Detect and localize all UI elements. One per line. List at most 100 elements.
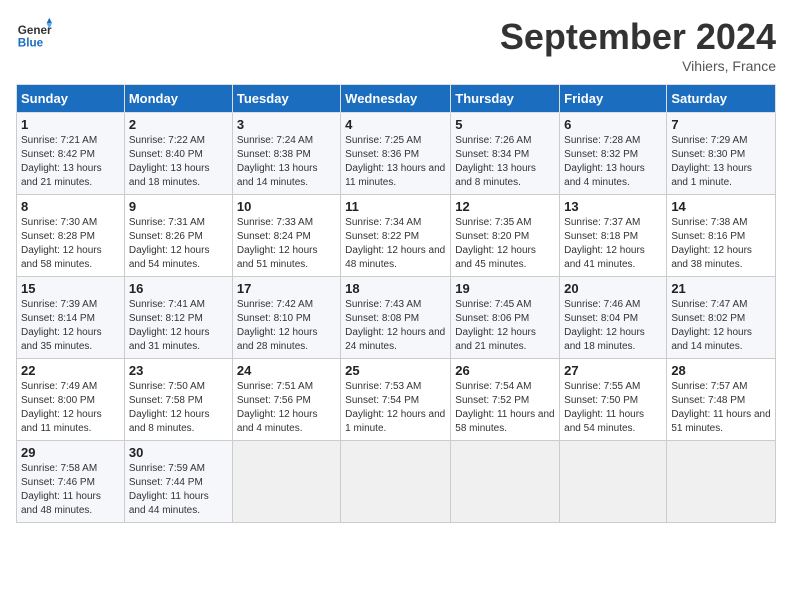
day-info: Sunrise: 7:25 AMSunset: 8:36 PMDaylight:… [345, 134, 446, 190]
calendar-week-row: 8 Sunrise: 7:30 AMSunset: 8:28 PMDaylight… [17, 195, 776, 277]
calendar-cell: 1 Sunrise: 7:21 AMSunset: 8:42 PMDaylight… [17, 113, 125, 195]
day-number: 15 [21, 281, 120, 296]
calendar-week-row: 22 Sunrise: 7:49 AMSunset: 8:00 PMDayligh… [17, 359, 776, 441]
calendar-cell: 17 Sunrise: 7:42 AMSunset: 8:10 PMDayligh… [232, 277, 340, 359]
calendar-cell: 29 Sunrise: 7:58 AMSunset: 7:46 PMDayligh… [17, 441, 125, 523]
calendar-cell: 15 Sunrise: 7:39 AMSunset: 8:14 PMDayligh… [17, 277, 125, 359]
calendar-cell: 22 Sunrise: 7:49 AMSunset: 8:00 PMDayligh… [17, 359, 125, 441]
calendar-cell: 27 Sunrise: 7:55 AMSunset: 7:50 PMDayligh… [560, 359, 667, 441]
calendar-cell: 23 Sunrise: 7:50 AMSunset: 7:58 PMDayligh… [124, 359, 232, 441]
day-number: 22 [21, 363, 120, 378]
col-sunday: Sunday [17, 85, 125, 113]
day-info: Sunrise: 7:30 AMSunset: 8:28 PMDaylight:… [21, 216, 120, 272]
day-info: Sunrise: 7:22 AMSunset: 8:40 PMDaylight:… [129, 134, 228, 190]
day-info: Sunrise: 7:34 AMSunset: 8:22 PMDaylight:… [345, 216, 446, 272]
day-info: Sunrise: 7:42 AMSunset: 8:10 PMDaylight:… [237, 298, 336, 354]
day-number: 10 [237, 199, 336, 214]
day-number: 17 [237, 281, 336, 296]
col-saturday: Saturday [667, 85, 776, 113]
location: Vihiers, France [500, 58, 776, 74]
day-info: Sunrise: 7:29 AMSunset: 8:30 PMDaylight:… [671, 134, 771, 190]
calendar-week-row: 1 Sunrise: 7:21 AMSunset: 8:42 PMDaylight… [17, 113, 776, 195]
calendar-cell [667, 441, 776, 523]
day-info: Sunrise: 7:38 AMSunset: 8:16 PMDaylight:… [671, 216, 771, 272]
calendar-cell: 14 Sunrise: 7:38 AMSunset: 8:16 PMDayligh… [667, 195, 776, 277]
calendar-cell [232, 441, 340, 523]
day-number: 29 [21, 445, 120, 460]
day-info: Sunrise: 7:24 AMSunset: 8:38 PMDaylight:… [237, 134, 336, 190]
day-number: 9 [129, 199, 228, 214]
calendar-cell: 4 Sunrise: 7:25 AMSunset: 8:36 PMDaylight… [341, 113, 451, 195]
day-number: 1 [21, 117, 120, 132]
col-thursday: Thursday [451, 85, 560, 113]
calendar-cell: 16 Sunrise: 7:41 AMSunset: 8:12 PMDayligh… [124, 277, 232, 359]
calendar-cell: 19Sunrise: 7:45 AMSunset: 8:06 PMDayligh… [451, 277, 560, 359]
day-info: Sunrise: 7:55 AMSunset: 7:50 PMDaylight:… [564, 380, 662, 436]
day-number: 12 [455, 199, 555, 214]
calendar-cell: 6 Sunrise: 7:28 AMSunset: 8:32 PMDaylight… [560, 113, 667, 195]
calendar-cell: 20 Sunrise: 7:46 AMSunset: 8:04 PMDayligh… [560, 277, 667, 359]
day-number: 13 [564, 199, 662, 214]
day-info: Sunrise: 7:54 AMSunset: 7:52 PMDaylight:… [455, 380, 555, 436]
day-info: Sunrise: 7:50 AMSunset: 7:58 PMDaylight:… [129, 380, 228, 436]
day-info: Sunrise: 7:37 AMSunset: 8:18 PMDaylight:… [564, 216, 662, 272]
calendar-cell: 9Sunrise: 7:31 AMSunset: 8:26 PMDaylight… [124, 195, 232, 277]
day-info: Sunrise: 7:28 AMSunset: 8:32 PMDaylight:… [564, 134, 662, 190]
col-friday: Friday [560, 85, 667, 113]
day-number: 14 [671, 199, 771, 214]
day-number: 28 [671, 363, 771, 378]
title-block: September 2024 Vihiers, France [500, 16, 776, 74]
logo-icon: General Blue [16, 16, 52, 52]
calendar-cell: 18Sunrise: 7:43 AMSunset: 8:08 PMDayligh… [341, 277, 451, 359]
calendar-cell: 11Sunrise: 7:34 AMSunset: 8:22 PMDayligh… [341, 195, 451, 277]
svg-text:General: General [18, 24, 52, 37]
day-number: 20 [564, 281, 662, 296]
day-number: 8 [21, 199, 120, 214]
calendar-week-row: 15 Sunrise: 7:39 AMSunset: 8:14 PMDayligh… [17, 277, 776, 359]
calendar-header-row: Sunday Monday Tuesday Wednesday Thursday… [17, 85, 776, 113]
calendar-cell: 21 Sunrise: 7:47 AMSunset: 8:02 PMDayligh… [667, 277, 776, 359]
calendar-week-row: 29 Sunrise: 7:58 AMSunset: 7:46 PMDayligh… [17, 441, 776, 523]
day-info: Sunrise: 7:46 AMSunset: 8:04 PMDaylight:… [564, 298, 662, 354]
day-number: 16 [129, 281, 228, 296]
calendar-cell: 26 Sunrise: 7:54 AMSunset: 7:52 PMDayligh… [451, 359, 560, 441]
calendar-cell: 24 Sunrise: 7:51 AMSunset: 7:56 PMDayligh… [232, 359, 340, 441]
day-number: 19 [455, 281, 555, 296]
calendar-cell [341, 441, 451, 523]
day-number: 23 [129, 363, 228, 378]
day-info: Sunrise: 7:33 AMSunset: 8:24 PMDaylight:… [237, 216, 336, 272]
day-info: Sunrise: 7:58 AMSunset: 7:46 PMDaylight:… [21, 462, 120, 518]
day-number: 6 [564, 117, 662, 132]
day-info: Sunrise: 7:41 AMSunset: 8:12 PMDaylight:… [129, 298, 228, 354]
calendar-cell: 28 Sunrise: 7:57 AMSunset: 7:48 PMDayligh… [667, 359, 776, 441]
day-info: Sunrise: 7:39 AMSunset: 8:14 PMDaylight:… [21, 298, 120, 354]
calendar-cell: 2Sunrise: 7:22 AMSunset: 8:40 PMDaylight… [124, 113, 232, 195]
calendar-cell: 7Sunrise: 7:29 AMSunset: 8:30 PMDaylight… [667, 113, 776, 195]
day-info: Sunrise: 7:57 AMSunset: 7:48 PMDaylight:… [671, 380, 771, 436]
calendar-cell: 8 Sunrise: 7:30 AMSunset: 8:28 PMDaylight… [17, 195, 125, 277]
day-info: Sunrise: 7:26 AMSunset: 8:34 PMDaylight:… [455, 134, 555, 190]
calendar-cell: 12 Sunrise: 7:35 AMSunset: 8:20 PMDayligh… [451, 195, 560, 277]
page-header: General Blue September 2024 Vihiers, Fra… [16, 16, 776, 74]
day-info: Sunrise: 7:47 AMSunset: 8:02 PMDaylight:… [671, 298, 771, 354]
day-number: 18 [345, 281, 446, 296]
day-number: 3 [237, 117, 336, 132]
day-number: 30 [129, 445, 228, 460]
day-info: Sunrise: 7:35 AMSunset: 8:20 PMDaylight:… [455, 216, 555, 272]
svg-text:Blue: Blue [18, 37, 44, 50]
calendar-table: Sunday Monday Tuesday Wednesday Thursday… [16, 84, 776, 523]
calendar-cell [560, 441, 667, 523]
day-number: 26 [455, 363, 555, 378]
calendar-cell: 3 Sunrise: 7:24 AMSunset: 8:38 PMDaylight… [232, 113, 340, 195]
day-number: 5 [455, 117, 555, 132]
col-tuesday: Tuesday [232, 85, 340, 113]
calendar-cell: 30Sunrise: 7:59 AMSunset: 7:44 PMDayligh… [124, 441, 232, 523]
day-number: 24 [237, 363, 336, 378]
day-number: 4 [345, 117, 446, 132]
day-info: Sunrise: 7:49 AMSunset: 8:00 PMDaylight:… [21, 380, 120, 436]
day-info: Sunrise: 7:51 AMSunset: 7:56 PMDaylight:… [237, 380, 336, 436]
calendar-cell: 5 Sunrise: 7:26 AMSunset: 8:34 PMDaylight… [451, 113, 560, 195]
day-info: Sunrise: 7:21 AMSunset: 8:42 PMDaylight:… [21, 134, 120, 190]
day-number: 21 [671, 281, 771, 296]
day-number: 27 [564, 363, 662, 378]
